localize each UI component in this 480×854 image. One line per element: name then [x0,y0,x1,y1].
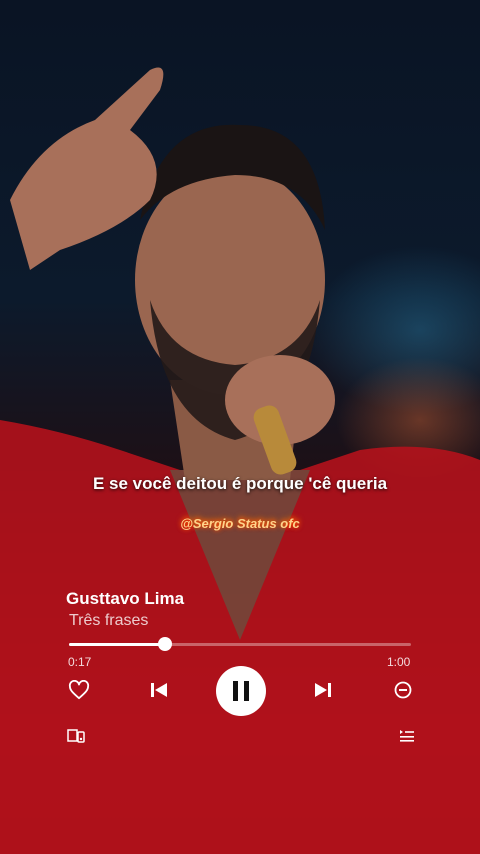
progress-fill [69,643,165,646]
progress-track[interactable] [69,637,411,651]
skip-previous-icon[interactable] [148,679,170,701]
time-total: 1:00 [387,655,411,669]
connect-devices-icon[interactable] [66,726,86,746]
song-title[interactable]: Três frases [69,612,148,630]
queue-icon[interactable] [397,726,417,746]
heart-outline-icon[interactable] [66,679,92,701]
time-current: 0:17 [68,655,92,669]
lyric-caption: E se você deitou é porque 'cê queria [92,474,388,493]
play-pause-button[interactable] [216,666,266,716]
skip-next-icon[interactable] [312,679,334,701]
watermark-text: @Sergio Status ofc [180,516,300,531]
artist-name[interactable]: Gusttavo Lima [66,589,184,609]
story-screen: E se você deitou é porque 'cê queria @Se… [0,0,480,854]
minus-circle-icon[interactable] [392,679,414,701]
progress-thumb[interactable] [157,637,172,651]
pause-icon [233,681,249,701]
